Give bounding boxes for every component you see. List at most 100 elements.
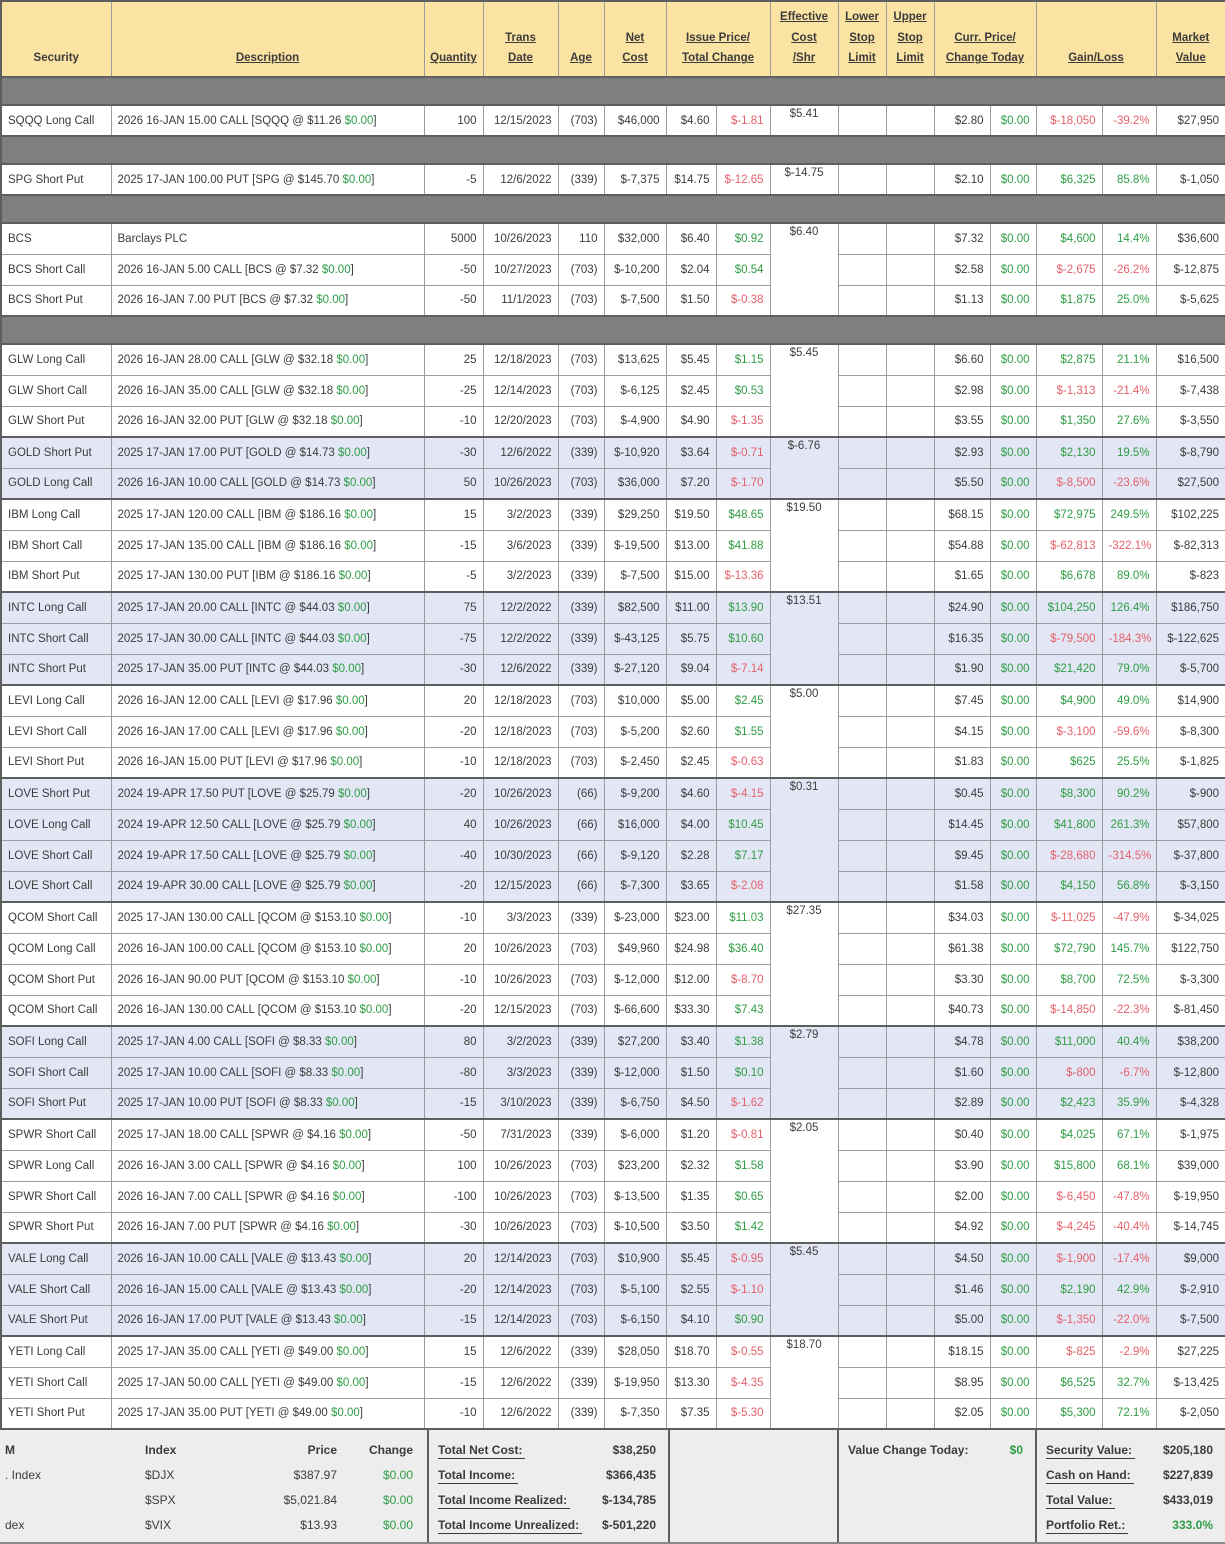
description-change-today: $0.00 xyxy=(360,943,389,955)
column-header-gain-loss[interactable]: Gain/Loss xyxy=(1036,1,1156,77)
cell-lower-stop-limit xyxy=(838,468,886,499)
column-header-age[interactable]: Age xyxy=(558,1,604,77)
change-col-header: Change xyxy=(337,1439,413,1464)
description-text: 2025 17-JAN 120.00 CALL [IBM @ $186.16 xyxy=(118,509,345,521)
portfolio-report: SecurityDescriptionQuantityTransDateAgeN… xyxy=(0,0,1225,1544)
description-text: 2024 19-APR 17.50 CALL [LOVE @ $25.79 xyxy=(118,850,344,862)
column-header-quantity[interactable]: Quantity xyxy=(424,1,483,77)
cell-trans-date: 10/26/2023 xyxy=(483,223,558,254)
column-header-line: Total Change xyxy=(669,48,768,69)
cell-upper-stop-limit xyxy=(886,375,934,406)
cell-upper-stop-limit xyxy=(886,654,934,685)
cell-net-cost: $27,200 xyxy=(604,1026,666,1057)
description-close-bracket: ] xyxy=(376,974,379,986)
total-income-label: Total Income: xyxy=(438,1468,518,1484)
cell-description: 2026 16-JAN 130.00 CALL [QCOM @ $153.10 … xyxy=(111,995,424,1026)
cell-market-value: $-823 xyxy=(1156,561,1225,592)
column-header-description[interactable]: Description xyxy=(111,1,424,77)
index-panel-title-fragment: M xyxy=(5,1439,145,1464)
cell-net-cost: $-10,200 xyxy=(604,254,666,285)
cell-issue-price: $19.50 xyxy=(666,499,716,530)
cell-security: SOFI Short Call xyxy=(1,1057,111,1088)
column-header-security[interactable]: Security xyxy=(1,1,111,77)
cell-quantity: -100 xyxy=(424,1181,483,1212)
portfolio-summary-panel: Security Value: $205,180 Cash on Hand: $… xyxy=(1035,1430,1225,1542)
position-row: SOFI Short Put2025 17-JAN 10.00 PUT [SOF… xyxy=(1,1088,1225,1119)
cell-upper-stop-limit xyxy=(886,105,934,136)
cell-issue-price: $7.20 xyxy=(666,468,716,499)
separator-row xyxy=(1,136,1225,164)
column-header-net-cost[interactable]: NetCost xyxy=(604,1,666,77)
cell-effective-cost: $5.00 xyxy=(770,685,838,778)
portfolio-return-line: Portfolio Ret.: 333.0% xyxy=(1037,1514,1225,1539)
cell-trans-date: 12/15/2023 xyxy=(483,995,558,1026)
cell-net-cost: $-12,000 xyxy=(604,1057,666,1088)
total-income-unrealized-line: Total Income Unrealized: $-501,220 xyxy=(429,1514,668,1539)
cell-age: (703) xyxy=(558,964,604,995)
column-header-line: Description xyxy=(114,48,422,69)
cell-age: (339) xyxy=(558,1367,604,1398)
column-header-issue-price-total-change[interactable]: Issue Price/Total Change xyxy=(666,1,770,77)
position-row: LOVE Short Put2024 19-APR 17.50 PUT [LOV… xyxy=(1,778,1225,809)
description-close-bracket: ] xyxy=(368,1284,371,1296)
cell-age: (703) xyxy=(558,1243,604,1274)
description-change-today: $0.00 xyxy=(338,633,367,645)
cell-lower-stop-limit xyxy=(838,344,886,375)
description-text: 2024 19-APR 12.50 CALL [LOVE @ $25.79 xyxy=(118,819,344,831)
cell-change-today: $0.00 xyxy=(990,1181,1036,1212)
cell-lower-stop-limit xyxy=(838,623,886,654)
cell-trans-date: 10/26/2023 xyxy=(483,964,558,995)
cell-gain-loss: $4,025 xyxy=(1036,1119,1102,1150)
column-header-lower-stop-limit[interactable]: LowerStopLimit xyxy=(838,1,886,77)
cell-gain-loss: $104,250 xyxy=(1036,592,1102,623)
index-price: $5,021.84 xyxy=(231,1489,337,1514)
cell-change-today: $0.00 xyxy=(990,499,1036,530)
cell-total-change: $-4.35 xyxy=(716,1367,770,1398)
cell-net-cost: $-7,300 xyxy=(604,871,666,902)
cell-security: LEVI Short Call xyxy=(1,716,111,747)
column-header-curr-price-change-today[interactable]: Curr. Price/Change Today xyxy=(934,1,1036,77)
index-change: $0.00 xyxy=(337,1514,413,1539)
cell-gain-loss-pct: 85.8% xyxy=(1102,164,1156,195)
cell-quantity: -15 xyxy=(424,1367,483,1398)
cell-gain-loss: $2,423 xyxy=(1036,1088,1102,1119)
cell-lower-stop-limit xyxy=(838,1243,886,1274)
position-row: YETI Short Call2025 17-JAN 50.00 CALL [Y… xyxy=(1,1367,1225,1398)
position-row: QCOM Short Put2026 16-JAN 90.00 PUT [QCO… xyxy=(1,964,1225,995)
description-close-bracket: ] xyxy=(363,1314,366,1326)
cell-curr-price: $7.32 xyxy=(934,223,990,254)
cell-issue-price: $3.65 xyxy=(666,871,716,902)
cell-market-value: $-2,050 xyxy=(1156,1398,1225,1429)
cell-curr-price: $1.60 xyxy=(934,1057,990,1088)
cell-gain-loss-pct: 14.4% xyxy=(1102,223,1156,254)
description-change-today: $0.00 xyxy=(344,850,373,862)
cell-change-today: $0.00 xyxy=(990,1367,1036,1398)
cell-upper-stop-limit xyxy=(886,437,934,468)
cell-upper-stop-limit xyxy=(886,685,934,716)
cell-issue-price: $5.00 xyxy=(666,685,716,716)
cell-issue-price: $4.50 xyxy=(666,1088,716,1119)
cell-description: 2025 17-JAN 30.00 CALL [INTC @ $44.03 $0… xyxy=(111,623,424,654)
total-net-cost-label: Total Net Cost: xyxy=(438,1443,525,1459)
cell-gain-loss: $-11,025 xyxy=(1036,902,1102,933)
cell-total-change: $-0.38 xyxy=(716,285,770,316)
cell-gain-loss: $8,700 xyxy=(1036,964,1102,995)
column-header-trans-date[interactable]: TransDate xyxy=(483,1,558,77)
cell-lower-stop-limit xyxy=(838,1057,886,1088)
cell-gain-loss: $-1,313 xyxy=(1036,375,1102,406)
description-change-today: $0.00 xyxy=(344,880,373,892)
column-header-market-value[interactable]: MarketValue xyxy=(1156,1,1225,77)
position-row: LOVE Long Call2024 19-APR 12.50 CALL [LO… xyxy=(1,809,1225,840)
cell-effective-cost: $13.51 xyxy=(770,592,838,685)
cell-trans-date: 12/20/2023 xyxy=(483,406,558,437)
column-header-line: Lower xyxy=(841,7,884,28)
description-change-today: $0.00 xyxy=(333,1191,362,1203)
security-value-label: Security Value: xyxy=(1046,1443,1135,1459)
column-header-upper-stop-limit[interactable]: UpperStopLimit xyxy=(886,1,934,77)
cell-curr-price: $18.15 xyxy=(934,1336,990,1367)
column-header-effective-cost-shr[interactable]: EffectiveCost/Shr xyxy=(770,1,838,77)
cell-gain-loss: $-6,450 xyxy=(1036,1181,1102,1212)
cell-quantity: 25 xyxy=(424,344,483,375)
cell-quantity: -50 xyxy=(424,254,483,285)
cell-quantity: -10 xyxy=(424,406,483,437)
